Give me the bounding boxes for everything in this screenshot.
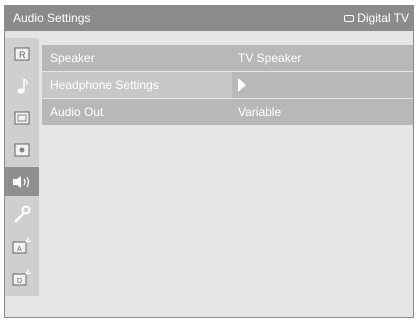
- menu-row-label: Speaker: [50, 51, 95, 65]
- menu-row-speaker[interactable]: Speaker TV Speaker: [42, 45, 413, 71]
- picture-icon: R: [14, 47, 30, 60]
- sidebar-item-setup[interactable]: [5, 135, 39, 164]
- source-indicator: Digital TV: [344, 11, 409, 25]
- menu-row-label: Audio Out: [50, 105, 104, 119]
- menu-row-value: TV Speaker: [238, 51, 302, 65]
- page-title: Audio Settings: [13, 11, 91, 25]
- svg-text:R: R: [19, 50, 26, 60]
- menu-row-value: Variable: [238, 105, 282, 119]
- wrench-icon: [14, 205, 31, 222]
- svg-text:A: A: [17, 246, 22, 253]
- arrow-right-icon: [238, 78, 246, 92]
- antenna-tv-d-icon: D: [12, 269, 32, 285]
- menu-row-audio-out[interactable]: Audio Out Variable: [42, 99, 413, 125]
- sidebar-item-audio[interactable]: [5, 167, 39, 196]
- antenna-tv-a-icon: A: [12, 237, 32, 253]
- header-bar: Audio Settings Digital TV: [5, 6, 413, 31]
- source-label: Digital TV: [357, 11, 409, 25]
- sidebar-item-screen[interactable]: [5, 103, 39, 132]
- sidebar-item-picture[interactable]: R: [5, 39, 39, 68]
- audio-settings-screen: Audio Settings Digital TV R A D Speaker …: [4, 5, 414, 318]
- svg-text:D: D: [17, 278, 22, 285]
- sidebar-item-channel-a[interactable]: A: [5, 231, 39, 260]
- sidebar-item-tools[interactable]: [5, 199, 39, 228]
- screen-icon: [14, 111, 30, 124]
- sidebar-item-music[interactable]: [5, 71, 39, 100]
- menu-row-headphone-settings[interactable]: Headphone Settings: [42, 72, 413, 98]
- setup-icon: [14, 143, 30, 156]
- music-note-icon: [17, 77, 28, 93]
- speaker-icon: [13, 175, 30, 188]
- menu-row-value-area: [232, 72, 413, 98]
- menu-row-label: Headphone Settings: [42, 72, 232, 98]
- sidebar-item-channel-d[interactable]: D: [5, 263, 39, 292]
- tv-icon: [344, 14, 355, 22]
- sidebar: R A D: [5, 38, 39, 296]
